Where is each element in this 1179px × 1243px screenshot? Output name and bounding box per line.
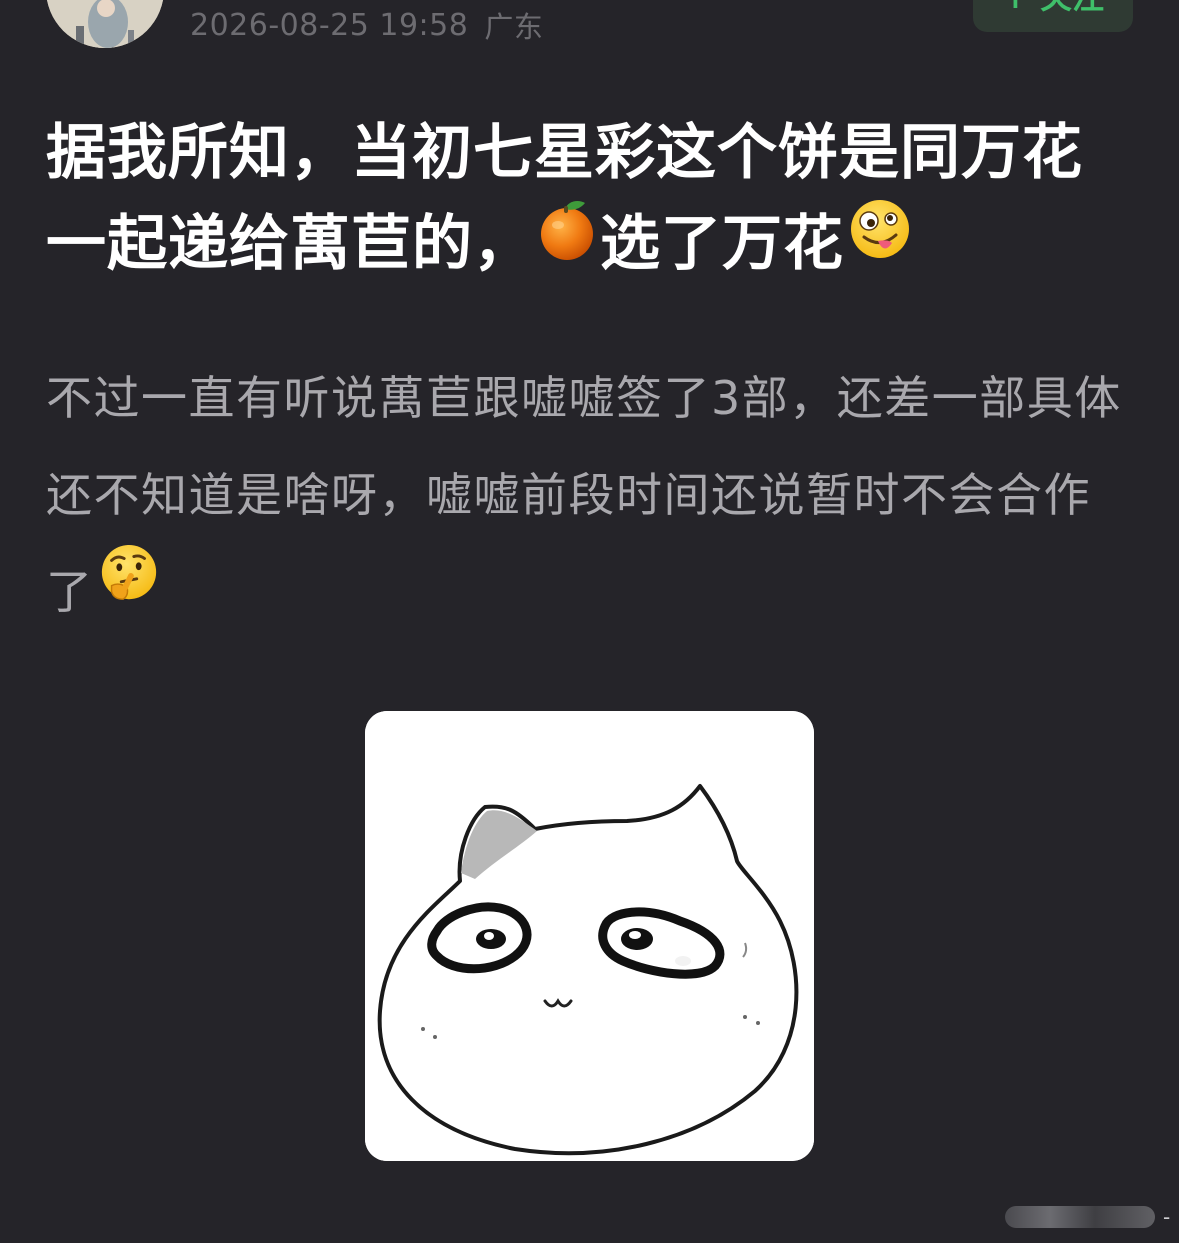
watermark: - <box>1005 1200 1179 1234</box>
cat-sticker-image[interactable] <box>365 711 814 1161</box>
body-text: 不过一直有听说萬苣跟嘘嘘签了3部，还差一部具体还不知道是啥呀，嘘嘘前段时间还说暂… <box>46 371 1122 619</box>
post-location: 广东 <box>484 10 544 44</box>
watermark-text: - <box>1163 1205 1171 1229</box>
post-body: 不过一直有听说萬苣跟嘘嘘签了3部，还差一部具体还不知道是啥呀，嘘嘘前段时间还说暂… <box>46 350 1136 644</box>
title-text-2: 选了万花 <box>600 209 844 279</box>
post-title: 据我所知，当初七星彩这个饼是同万花一起递给萬苣的， 选了万花 <box>46 108 1136 293</box>
watermark-blur <box>1005 1206 1155 1228</box>
tangerine-emoji-icon <box>538 196 596 287</box>
post-meta: 2026-08-25 19:58 广东 <box>190 4 543 46</box>
post-timestamp: 2026-08-25 19:58 <box>190 7 469 43</box>
thinking-face-emoji-icon <box>98 541 160 638</box>
author-avatar[interactable] <box>46 0 164 48</box>
follow-button[interactable]: + 关注 <box>973 0 1133 32</box>
zany-face-emoji-icon <box>848 196 912 287</box>
